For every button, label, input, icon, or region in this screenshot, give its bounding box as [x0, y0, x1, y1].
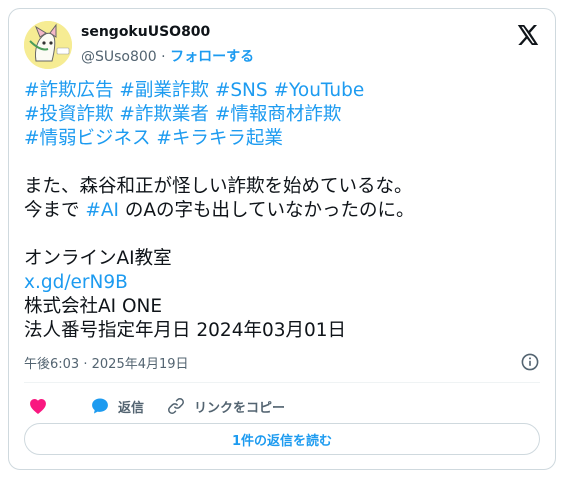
heart-icon: [30, 399, 46, 414]
hashtag-line: #投資詐欺 #詐欺業者 #情報商材詐欺: [24, 103, 544, 127]
action-bar: 返信 リンクをコピー: [24, 394, 285, 418]
handle-row: @SUso800 · フォローする: [81, 46, 254, 66]
copy-link-button[interactable]: リンクをコピー: [166, 396, 285, 416]
meta-separator: ·: [83, 357, 88, 372]
company-name: 株式会社AI ONE: [24, 296, 163, 317]
hashtag[interactable]: #詐欺業者: [119, 104, 209, 125]
hashtag[interactable]: #投資詐欺: [24, 104, 114, 125]
text-segment: 今まで: [24, 200, 86, 221]
post-card: sengokuUSO800 @SUso800 · フォローする #詐欺広告 #副…: [8, 8, 556, 470]
post-timestamp[interactable]: 午後6:03 · 2025年4月19日: [24, 353, 189, 372]
reply-label: 返信: [118, 400, 145, 416]
hashtag[interactable]: #情弱ビジネス: [24, 128, 151, 149]
hashtag[interactable]: #詐欺広告: [24, 80, 114, 101]
corp-number-date: 法人番号指定年月日 2024年03月01日: [24, 320, 347, 341]
post-text: #詐欺広告 #副業詐欺 #SNS #YouTube #投資詐欺 #詐欺業者 #情…: [24, 79, 544, 343]
school-name: オンラインAI教室: [24, 248, 172, 269]
like-button[interactable]: [28, 396, 48, 416]
display-name[interactable]: sengokuUSO800: [81, 24, 210, 40]
reply-button[interactable]: 返信: [90, 396, 144, 416]
hashtag[interactable]: #キラキラ起業: [156, 128, 283, 149]
link-icon: [168, 398, 184, 414]
handle-separator: ·: [161, 49, 166, 65]
post-time[interactable]: 午後6:03: [24, 357, 79, 372]
text-segment: のAの字も出していなかったのに。: [119, 200, 415, 221]
reply-bubble-icon: [92, 398, 108, 414]
post-date[interactable]: 2025年4月19日: [92, 357, 189, 372]
x-logo-icon[interactable]: [515, 23, 539, 47]
avatar[interactable]: [24, 21, 72, 69]
hashtag[interactable]: #SNS: [215, 80, 268, 101]
follow-button[interactable]: フォローする: [170, 49, 254, 65]
hashtag[interactable]: #AI: [85, 200, 119, 221]
hashtag-line: #情弱ビジネス #キラキラ起業: [24, 127, 544, 151]
read-replies-button[interactable]: 1件の返信を読む: [24, 423, 540, 455]
post-link[interactable]: x.gd/erN9B: [24, 272, 128, 293]
text-line: また、森谷和正が怪しい詐欺を始めているな。: [24, 176, 413, 197]
handle[interactable]: @SUso800: [81, 49, 157, 65]
hashtag[interactable]: #副業詐欺: [119, 80, 209, 101]
hashtag[interactable]: #YouTube: [274, 80, 365, 101]
copy-link-label: リンクをコピー: [194, 400, 286, 416]
hashtag[interactable]: #情報商材詐欺: [215, 104, 342, 125]
divider: [24, 382, 540, 383]
hashtag-line: #詐欺広告 #副業詐欺 #SNS #YouTube: [24, 79, 544, 103]
info-icon[interactable]: [521, 353, 539, 371]
text-line: 今まで #AI のAの字も出していなかったのに。: [24, 199, 544, 223]
